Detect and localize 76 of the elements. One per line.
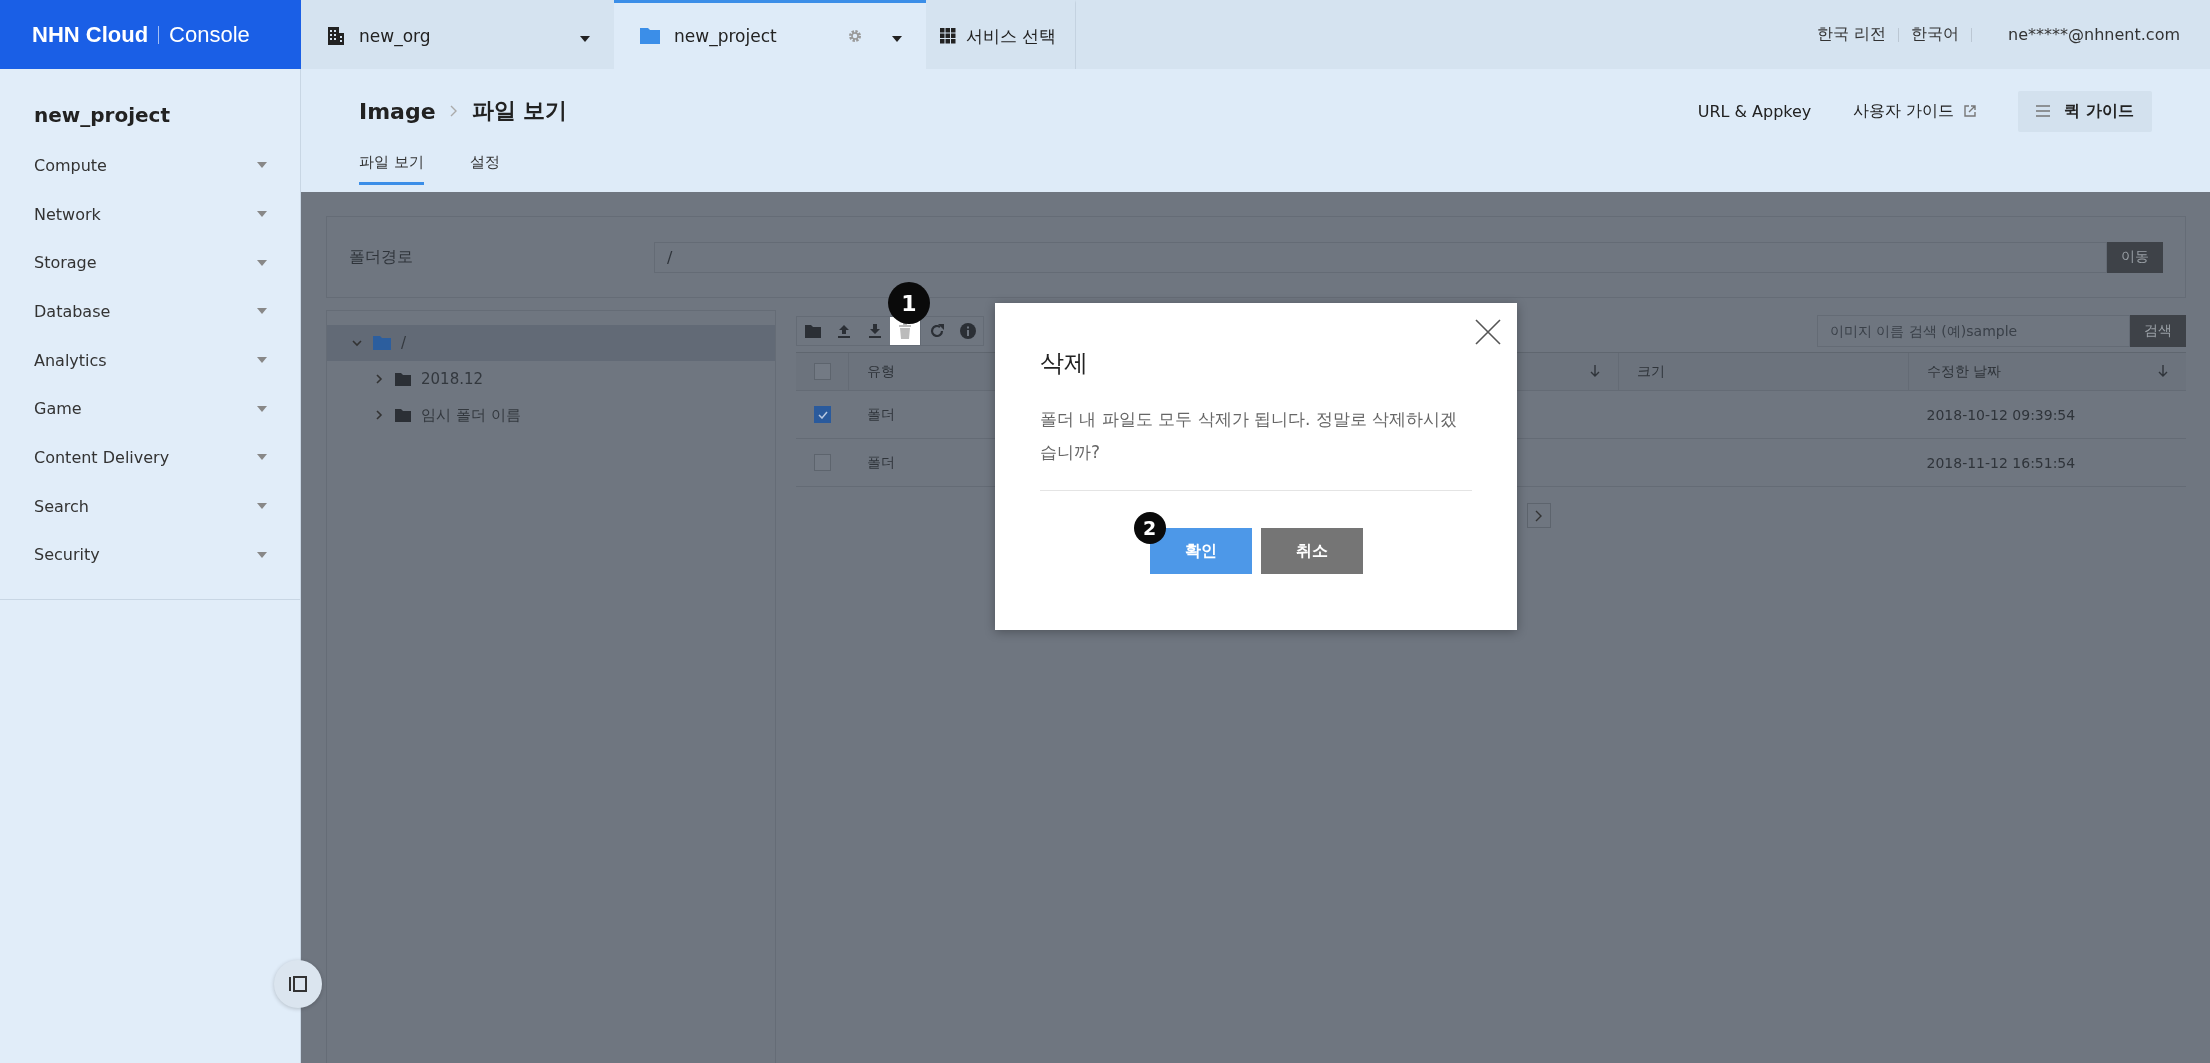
breadcrumb-item: 파일 보기 <box>471 97 568 125</box>
top-tab[interactable]: new_org <box>301 0 614 69</box>
close-icon[interactable] <box>1474 318 1502 346</box>
page-tab[interactable]: 설정 <box>469 153 500 185</box>
caret-icon <box>257 503 267 510</box>
dialog-message: 폴더 내 파일도 모두 삭제가 됩니다. 정말로 삭제하시겠습니까? <box>1040 408 1459 464</box>
product-name: Console <box>169 21 250 48</box>
folder-icon <box>804 324 821 338</box>
folder-icon <box>640 28 660 44</box>
caret-icon <box>257 211 267 218</box>
panel-icon <box>289 976 307 992</box>
header-link[interactable]: 사용자 가이드 <box>1853 100 1977 122</box>
sidebar-item[interactable]: Database <box>0 287 300 336</box>
download-icon <box>867 324 882 338</box>
chevron-right-icon[interactable] <box>373 373 385 385</box>
menu-icon <box>2036 105 2051 117</box>
caret-icon <box>257 162 267 169</box>
sort-arrow-icon[interactable] <box>1590 365 1600 378</box>
trash-icon <box>898 323 912 339</box>
caret-icon <box>892 36 902 42</box>
logo[interactable]: NHN Cloud Console <box>0 0 301 69</box>
cancel-button[interactable]: 취소 <box>1260 528 1363 574</box>
grid-icon <box>940 28 956 44</box>
sidebar-item[interactable]: Content Delivery <box>0 433 300 482</box>
refresh-icon <box>928 323 945 339</box>
top-tab[interactable]: new_project <box>614 0 926 69</box>
check-icon <box>817 410 828 419</box>
info-icon <box>959 323 976 339</box>
next-page-button[interactable] <box>1527 503 1551 528</box>
sort-arrow-icon[interactable] <box>2158 365 2168 378</box>
search-button[interactable]: 검색 <box>2130 315 2186 347</box>
step-badge: 2 <box>1133 512 1166 544</box>
caret-icon <box>257 308 267 315</box>
header-link[interactable]: URL & Appkey <box>1697 101 1812 121</box>
table-cell: 2018-11-12 16:51:54 <box>1908 438 2186 487</box>
chevron-right-icon[interactable] <box>373 409 385 421</box>
settings-icon[interactable] <box>848 29 862 43</box>
sidebar-item[interactable]: Network <box>0 189 300 239</box>
language-selector[interactable]: 한국어 <box>1911 24 1960 45</box>
region-selector[interactable]: 한국 리전 <box>1817 24 1887 45</box>
user-account[interactable]: ne*****@nhnent.com <box>2008 25 2180 44</box>
step-badge: 1 <box>888 282 930 324</box>
tree-label: 임시 폴더 이름 <box>421 405 521 425</box>
sidebar-item[interactable]: Compute <box>0 141 300 190</box>
page-tab[interactable]: 파일 보기 <box>359 153 424 185</box>
building-icon <box>327 27 345 45</box>
dialog-title: 삭제 <box>1040 348 1089 379</box>
sidebar-item[interactable]: Search <box>0 481 300 531</box>
caret-icon <box>257 405 267 412</box>
project-title: new_project <box>33 102 172 129</box>
sidebar-item[interactable]: Analytics <box>0 335 300 385</box>
go-button[interactable]: 이동 <box>2107 241 2163 273</box>
chevron-down-icon[interactable] <box>351 337 363 349</box>
quick-guide-button[interactable]: 퀵 가이드 <box>2018 90 2152 132</box>
chevron-right-icon <box>449 105 458 117</box>
sidebar-item[interactable]: Game <box>0 384 300 434</box>
upload-icon <box>836 324 851 338</box>
caret-icon <box>257 551 267 558</box>
sidebar-item[interactable]: Security <box>0 530 300 580</box>
chevron-right-icon <box>1535 509 1543 522</box>
caret-icon <box>580 36 590 42</box>
caret-icon <box>257 357 267 364</box>
row-checkbox[interactable] <box>814 406 831 423</box>
external-link-icon <box>1964 105 1977 117</box>
sidebar-item[interactable]: Storage <box>0 238 300 288</box>
tree-label: / <box>401 334 407 352</box>
field-label: 폴더경로 <box>349 246 414 268</box>
brand-name: NHN Cloud <box>32 21 149 48</box>
caret-icon <box>257 259 267 266</box>
tree-label: 2018.12 <box>421 370 484 388</box>
folder-icon <box>395 408 411 422</box>
folder-icon <box>395 372 411 386</box>
folder-icon <box>373 336 391 350</box>
breadcrumb-item[interactable]: Image <box>359 98 436 124</box>
caret-icon <box>257 454 267 461</box>
table-cell: 2018-10-12 09:39:54 <box>1908 390 2186 439</box>
